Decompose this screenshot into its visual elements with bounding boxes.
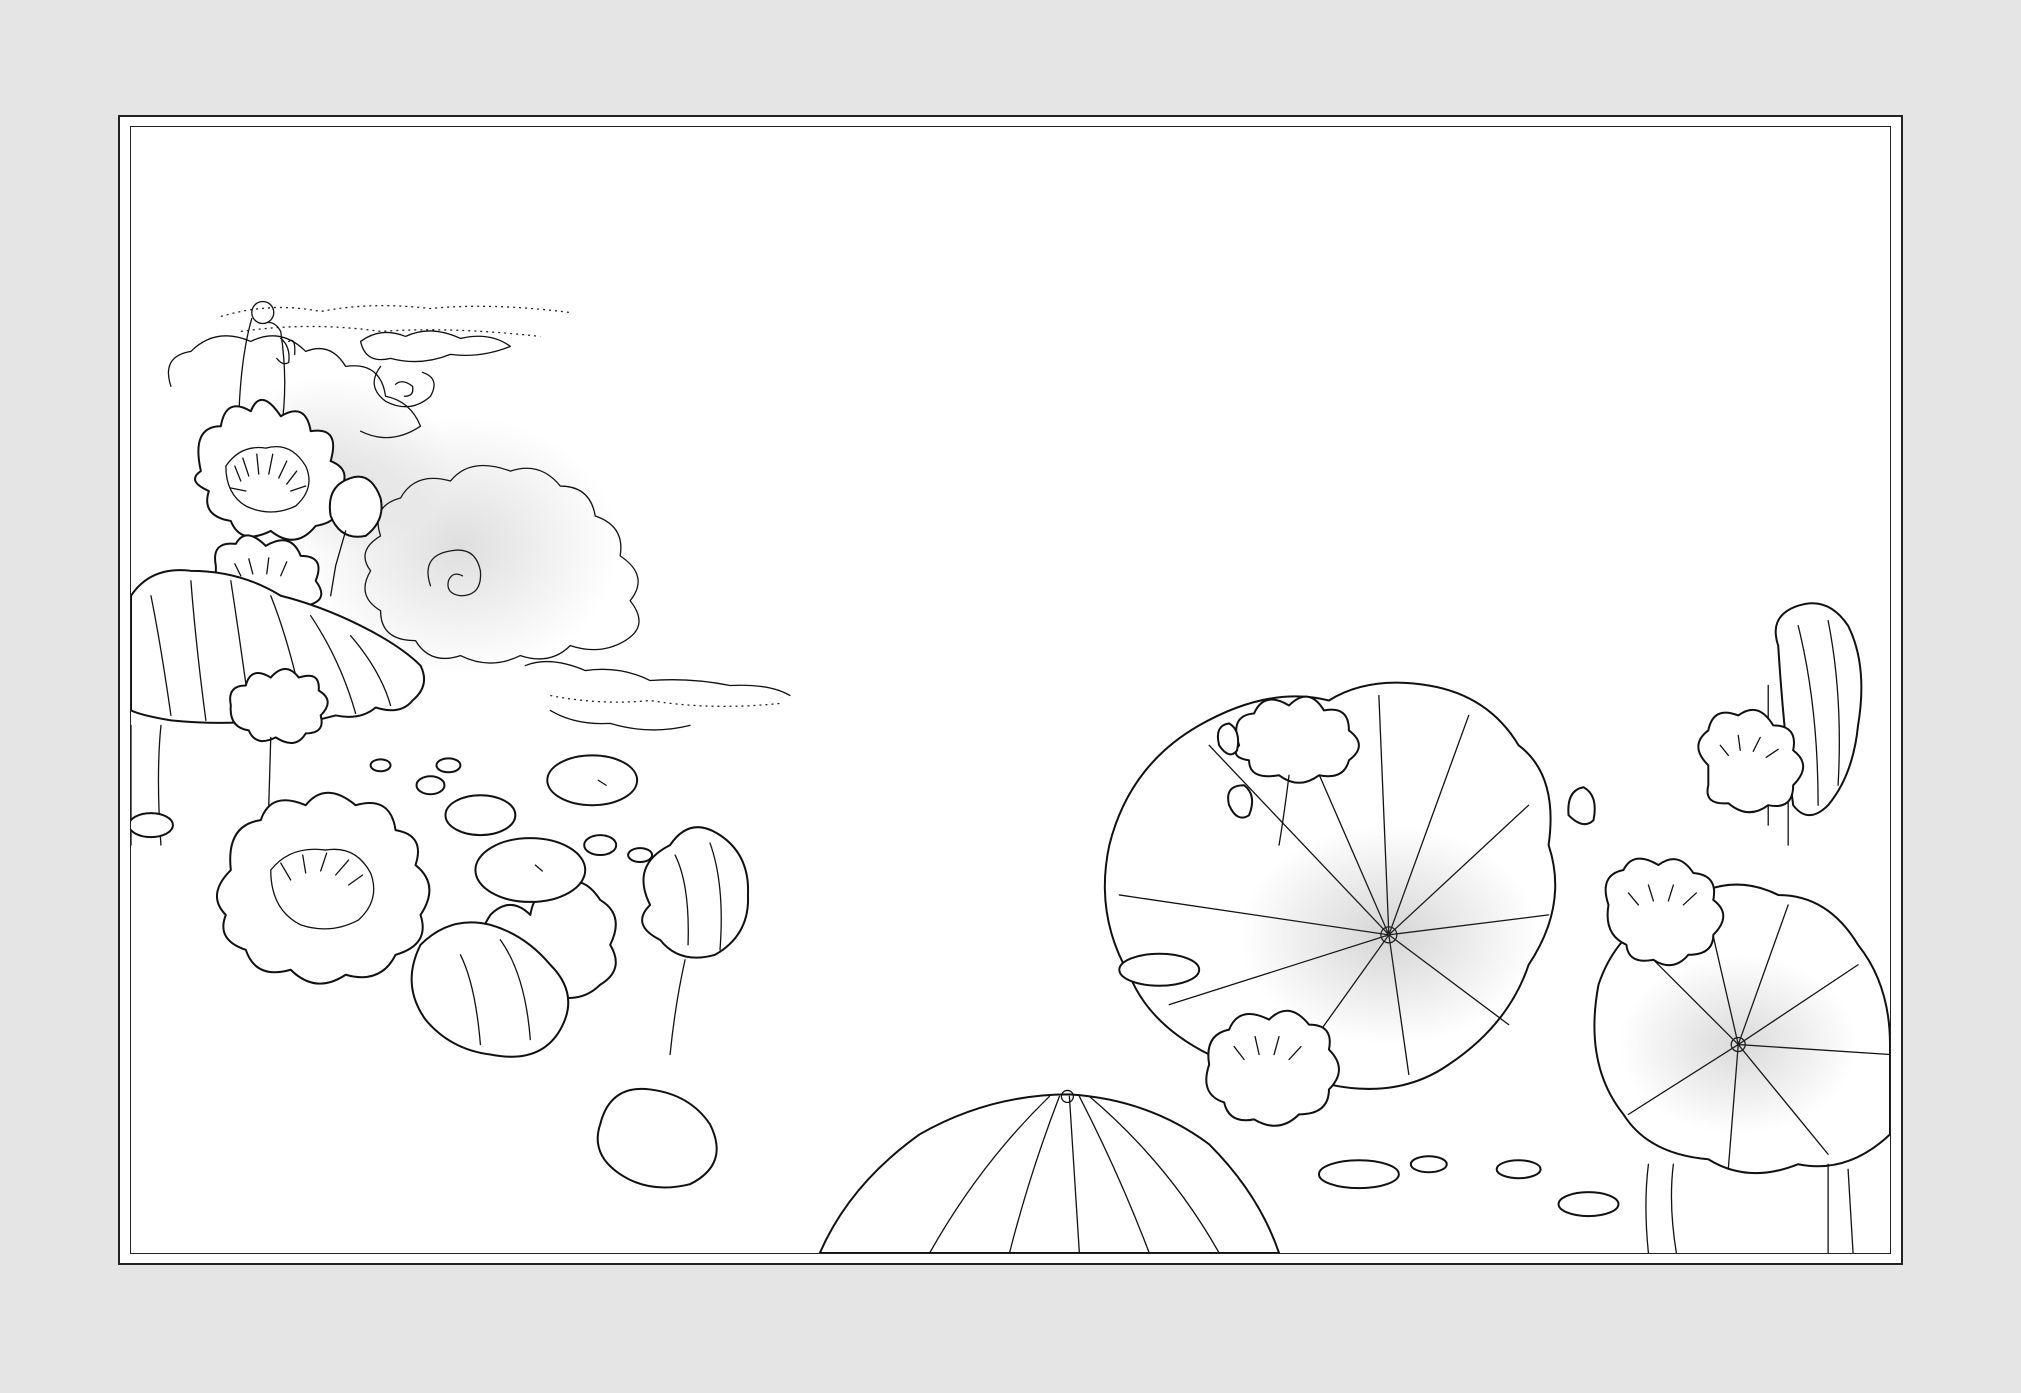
lotus-pond-drawing xyxy=(131,127,1890,1253)
inner-frame xyxy=(130,126,1891,1254)
outer-frame xyxy=(118,115,1903,1265)
canvas xyxy=(0,0,2021,1393)
bottom-center-leaf xyxy=(820,1090,1279,1253)
right-top-leaf xyxy=(1768,603,1861,845)
center-lotus-bud xyxy=(598,827,748,1187)
